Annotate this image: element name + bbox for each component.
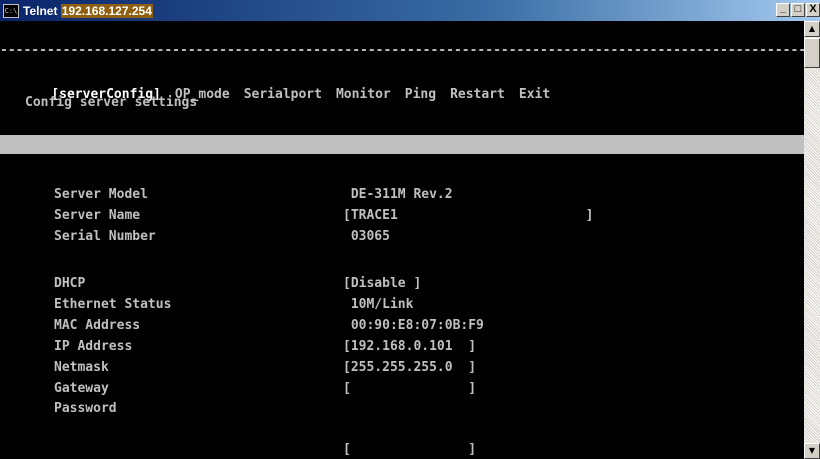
- field-value-server-name[interactable]: [TRACE1 ]: [343, 206, 593, 225]
- scroll-up-icon[interactable]: ▲: [804, 21, 820, 37]
- field-label-gateway: Gateway: [54, 381, 109, 396]
- menu-item-exit[interactable]: Exit: [519, 87, 550, 102]
- window-controls: _ □ X: [775, 3, 820, 17]
- field-value-server-model: DE-311M Rev.2: [343, 187, 453, 202]
- maximize-button[interactable]: □: [791, 3, 805, 17]
- title-host: 192.168.127.254: [60, 3, 153, 18]
- field-value-dhcp[interactable]: [Disable ]: [343, 274, 421, 293]
- help-enter: Enter: select: [208, 156, 311, 171]
- field-value-ethernet-status: 10M/Link: [343, 297, 414, 312]
- console-icon[interactable]: C:\: [3, 3, 19, 18]
- field-label-dhcp: DHCP: [54, 276, 86, 291]
- menu-item-restart[interactable]: Restart: [450, 87, 505, 102]
- field-label-server-name: Server Name: [54, 208, 141, 223]
- window-title: Telnet 192.168.127.254: [23, 3, 153, 18]
- field-value-mac-address: 00:90:E8:07:0B:F9: [343, 318, 484, 333]
- menu-item-monitor[interactable]: Monitor: [336, 87, 391, 102]
- help-esc: ESC: back to menu: [51, 156, 185, 171]
- title-prefix: Telnet: [23, 3, 61, 18]
- minimize-button[interactable]: _: [776, 3, 790, 17]
- field-label-mac-address: MAC Address: [54, 318, 141, 333]
- window-title-bar[interactable]: C:\ Telnet 192.168.127.254 _ □ X: [0, 0, 820, 21]
- scroll-thumb[interactable]: [804, 38, 820, 68]
- vertical-scrollbar[interactable]: ▲ ▼: [804, 21, 820, 459]
- field-value-ip-address[interactable]: [192.168.0.101 ]: [343, 337, 476, 356]
- field-value-password[interactable]: [ ]: [343, 440, 476, 459]
- main-menu: [serverConfig] OP_mode Serialport Monitor Pi…: [20, 66, 564, 102]
- field-label-password: Password: [54, 401, 117, 416]
- field-label-serial-number: Serial Number: [54, 229, 156, 244]
- field-value-gateway[interactable]: [ ]: [343, 379, 476, 398]
- close-button[interactable]: X: [806, 3, 820, 17]
- menu-item-ping[interactable]: Ping: [405, 87, 436, 102]
- field-value-serial-number: 03065: [343, 229, 390, 244]
- menu-item-serialport[interactable]: Serialport: [244, 87, 322, 102]
- help-bar: ESC: back to menu Enter: select: [0, 135, 804, 171]
- field-label-server-model: Server Model: [54, 187, 148, 202]
- menu-description: Config server settings: [25, 95, 198, 110]
- field-label-ethernet-status: Ethernet Status: [54, 297, 172, 312]
- field-label-netmask: Netmask: [54, 360, 109, 375]
- field-label-ip-address: IP Address: [54, 339, 133, 354]
- separator-line: ----------------------------------------…: [0, 43, 804, 58]
- scroll-down-icon[interactable]: ▼: [804, 443, 820, 459]
- field-value-netmask[interactable]: [255.255.255.0 ]: [343, 358, 476, 377]
- terminal-screen[interactable]: ----------------------------------------…: [0, 21, 804, 459]
